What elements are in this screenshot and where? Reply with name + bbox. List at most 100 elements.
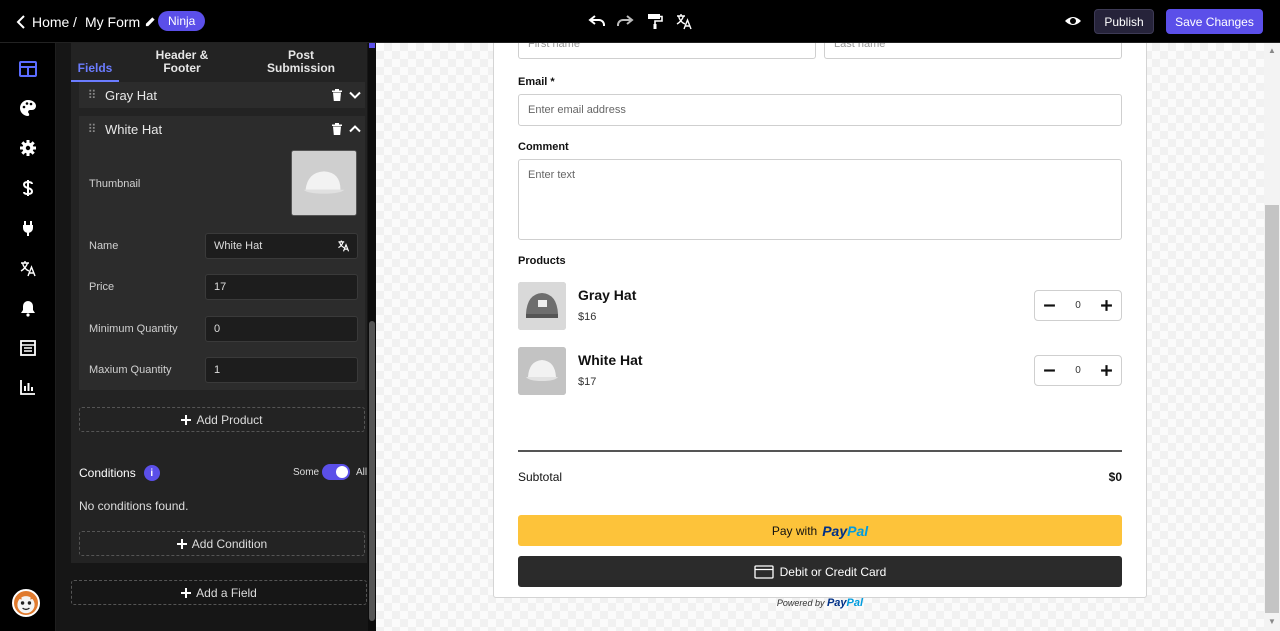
max-quantity-label: Maxium Quantity	[89, 364, 172, 376]
price-label: Price	[89, 281, 115, 293]
add-condition-button[interactable]: Add Condition	[79, 531, 365, 556]
format-painter-icon[interactable]	[645, 11, 665, 31]
plus-icon	[181, 587, 192, 598]
product-price: $17	[578, 376, 597, 388]
gear-icon[interactable]	[18, 138, 38, 158]
info-icon[interactable]: i	[143, 465, 160, 481]
product-name-input[interactable]: White Hat	[205, 233, 358, 259]
bar-chart-icon[interactable]	[18, 377, 38, 397]
minus-icon[interactable]	[1043, 364, 1056, 377]
credit-card-icon	[753, 564, 774, 579]
save-changes-button[interactable]: Save Changes	[1166, 9, 1263, 34]
redo-icon[interactable]	[615, 11, 635, 31]
quantity-value[interactable]: 0	[1075, 365, 1081, 376]
product-price: $16	[578, 311, 597, 323]
minus-icon[interactable]	[1043, 299, 1056, 312]
bell-icon[interactable]	[18, 298, 38, 318]
price-input[interactable]: 17	[205, 274, 358, 300]
home-link[interactable]: Home	[16, 0, 69, 43]
paypal-logo-pay: Pay	[826, 597, 847, 609]
scroll-down-arrow-icon[interactable]: ▼	[1267, 617, 1277, 627]
product-name-value: White Hat	[214, 240, 263, 252]
translate-icon[interactable]	[337, 239, 350, 252]
home-link-label: Home	[32, 13, 70, 30]
calendar-icon[interactable]	[18, 338, 38, 358]
white-hat-image	[518, 347, 566, 395]
panel-scroll-indicator	[369, 43, 375, 48]
quantity-value[interactable]: 0	[1075, 300, 1081, 311]
publish-button[interactable]: Publish	[1094, 9, 1154, 34]
toggle-some-label: Some	[293, 467, 320, 478]
plus-icon[interactable]	[1100, 299, 1113, 312]
products-label: Products	[518, 255, 566, 267]
panel-tabs: Fields Header & Footer Post Submission	[71, 43, 367, 82]
gray-hat-image	[518, 282, 566, 330]
product-row-label: White Hat	[105, 121, 163, 137]
tab-post-submission-label-2: Submission	[266, 61, 335, 75]
comment-label: Comment	[518, 141, 569, 153]
tab-fields[interactable]: Fields	[71, 62, 119, 75]
tab-post-submission[interactable]: Post Submission	[251, 49, 351, 75]
card-payment-button[interactable]: Debit or Credit Card	[518, 556, 1122, 587]
palette-icon[interactable]	[18, 98, 38, 118]
add-product-label: Add Product	[196, 412, 263, 427]
scroll-up-arrow-icon[interactable]: ▲	[1267, 46, 1277, 56]
paypal-logo-pay: Pay	[822, 522, 848, 539]
plug-icon[interactable]	[18, 218, 38, 238]
email-input[interactable]: Enter email address	[518, 94, 1122, 126]
add-field-label: Add a Field	[196, 585, 257, 600]
drag-handle-icon[interactable]: ⠿	[79, 122, 105, 136]
thumbnail-picker[interactable]	[291, 150, 357, 216]
top-bar: Home / My Form Ninja Publish Save Change…	[0, 0, 1280, 43]
last-name-input[interactable]: Last name	[824, 43, 1122, 59]
user-avatar[interactable]	[12, 589, 40, 617]
form-name[interactable]: My Form	[85, 0, 156, 43]
toggle-all-label: All	[356, 467, 368, 478]
panel-scrollbar-thumb[interactable]	[369, 321, 375, 621]
trash-icon[interactable]	[331, 89, 343, 101]
undo-icon[interactable]	[587, 11, 607, 31]
first-name-input[interactable]: First name	[518, 43, 816, 59]
add-product-button[interactable]: Add Product	[79, 407, 365, 432]
paypal-logo-pal: Pal	[846, 597, 864, 609]
canvas-scrollbar-thumb[interactable]	[1265, 205, 1279, 613]
pencil-icon[interactable]	[145, 16, 156, 27]
trash-icon[interactable]	[331, 123, 343, 135]
plan-badge: Ninja	[158, 11, 206, 31]
product-row-gray-hat[interactable]: ⠿ Gray Hat	[79, 82, 365, 108]
paypal-button[interactable]: Pay with PayPal	[518, 515, 1122, 546]
no-conditions-text: No conditions found.	[79, 499, 189, 513]
paypal-logo-pal: Pal	[847, 522, 869, 539]
powered-by-text: Powered by	[776, 598, 825, 608]
quantity-stepper: 0	[1034, 355, 1122, 386]
translate-icon[interactable]	[674, 11, 694, 31]
subtotal-label: Subtotal	[518, 470, 563, 484]
drag-handle-icon[interactable]: ⠿	[79, 88, 105, 102]
conditions-match-toggle[interactable]	[322, 464, 350, 480]
form-name-label: My Form	[85, 13, 141, 30]
product-name: Gray Hat	[578, 287, 637, 303]
email-label: Email *	[518, 76, 555, 88]
fields-grid-icon[interactable]	[18, 59, 38, 79]
comment-textarea[interactable]: Enter text	[518, 159, 1122, 240]
product-row-white-hat[interactable]: ⠿ White Hat	[79, 116, 365, 142]
conditions-heading: Conditions i	[79, 465, 160, 481]
subtotal-value: $0	[1108, 470, 1122, 484]
tab-header-footer-label-2: Footer	[163, 61, 201, 75]
white-hat-image	[292, 151, 356, 215]
product-detail-editor: Thumbnail Name White Hat Price 17 Minimu…	[79, 142, 365, 390]
chevron-up-icon[interactable]	[349, 123, 361, 135]
max-quantity-input[interactable]: 1	[205, 357, 358, 383]
min-quantity-input[interactable]: 0	[205, 316, 358, 342]
chevron-down-icon[interactable]	[349, 89, 361, 101]
add-field-button[interactable]: Add a Field	[71, 580, 367, 605]
tab-header-footer[interactable]: Header & Footer	[137, 49, 227, 75]
plus-icon[interactable]	[1100, 364, 1113, 377]
min-quantity-label: Minimum Quantity	[89, 323, 178, 335]
settings-panel: Fields Header & Footer Post Submission ⠿…	[56, 43, 376, 631]
icon-rail	[0, 43, 56, 631]
dollar-icon[interactable]	[18, 178, 38, 198]
preview-eye-icon[interactable]	[1063, 11, 1083, 31]
translate-icon[interactable]	[18, 258, 38, 278]
product-item-white-hat: White Hat $17 0	[518, 347, 1122, 395]
